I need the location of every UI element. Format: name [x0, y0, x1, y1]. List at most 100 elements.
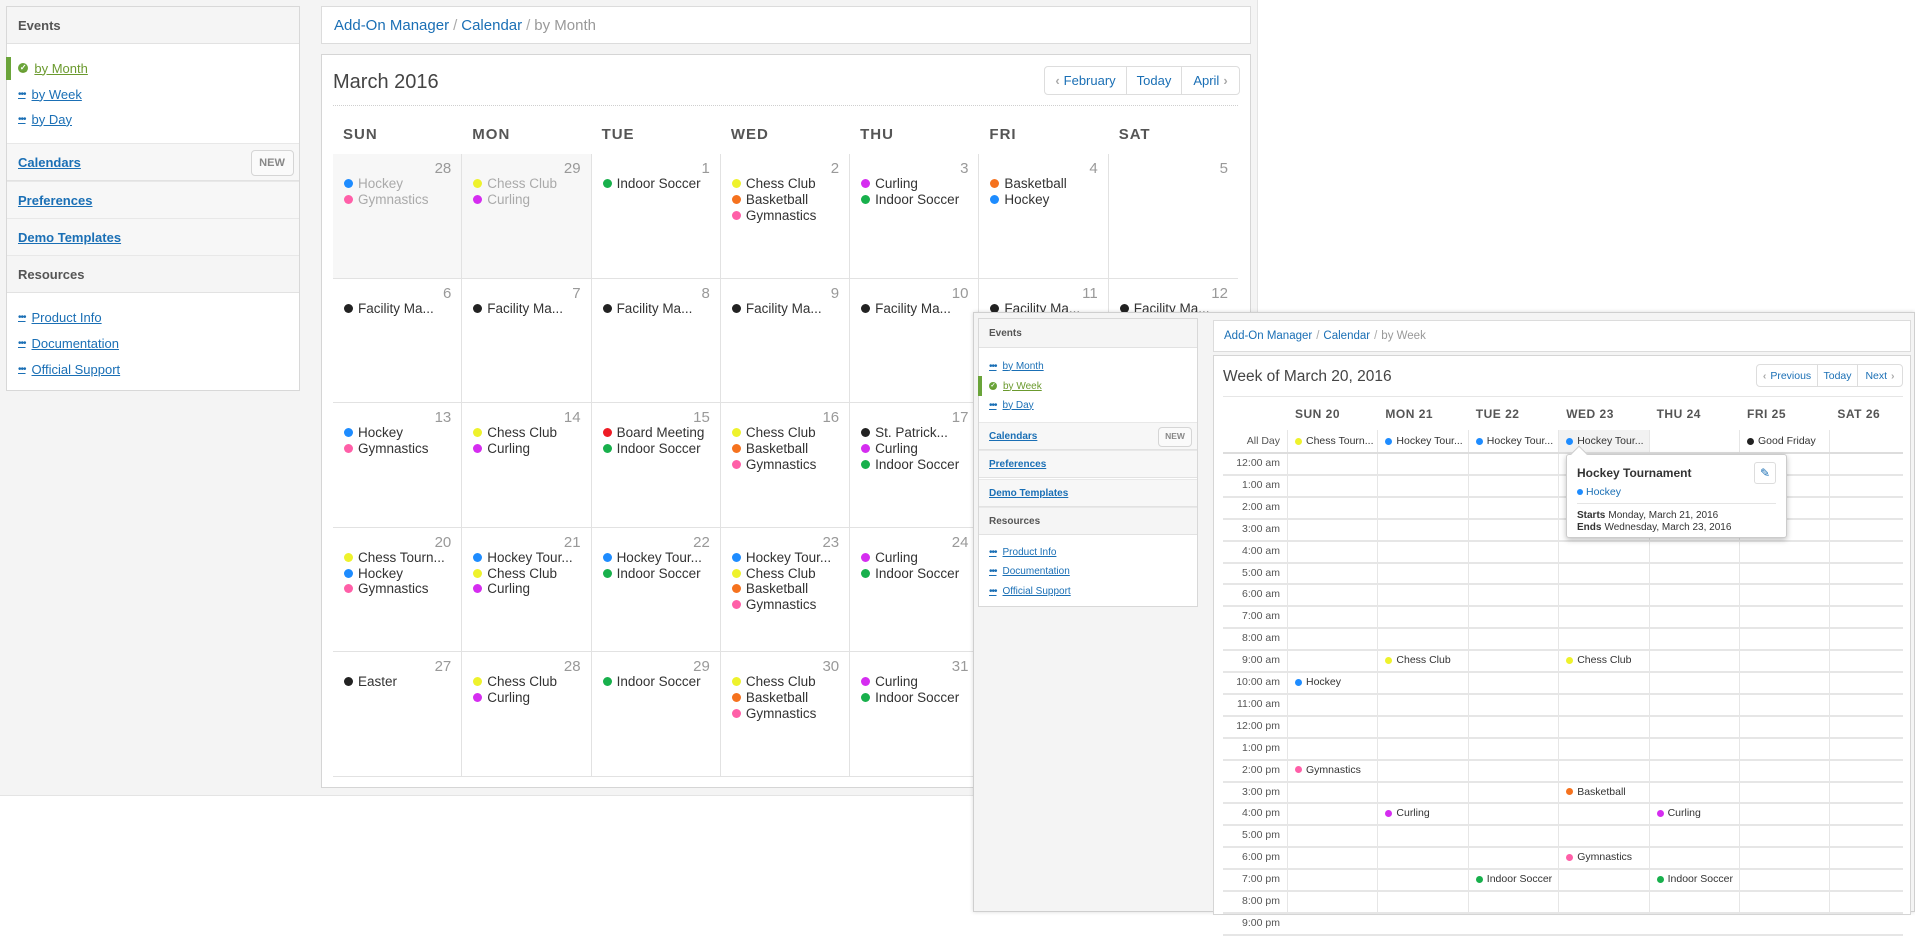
- calendar-event[interactable]: Curling: [861, 176, 918, 191]
- day-cell[interactable]: 28 Chess Club Curling: [462, 652, 592, 777]
- calendar-event[interactable]: Hockey: [344, 176, 403, 191]
- timed-event[interactable]: Gymnastics: [1566, 851, 1632, 863]
- calendar-event[interactable]: Gymnastics: [731, 457, 816, 472]
- new-calendar-button[interactable]: NEW: [1158, 427, 1192, 447]
- calendar-event[interactable]: Facility Ma...: [731, 301, 822, 316]
- calendar-event[interactable]: Indoor Soccer: [861, 690, 959, 705]
- day-cell[interactable]: 5: [1108, 154, 1238, 279]
- calendar-event[interactable]: Gymnastics: [731, 597, 816, 612]
- sidebar-link-by-day[interactable]: ••• by Day: [989, 398, 1034, 412]
- calendar-event[interactable]: Indoor Soccer: [861, 457, 959, 472]
- resource-link-product-info[interactable]: ••• Product Info: [989, 545, 1056, 559]
- calendars-link[interactable]: Calendars: [18, 155, 81, 170]
- day-cell[interactable]: 7 Facility Ma...: [462, 278, 592, 404]
- calendar-event[interactable]: Indoor Soccer: [861, 566, 959, 581]
- next-button[interactable]: Next ›: [1858, 365, 1902, 386]
- all-day-event[interactable]: Hockey Tour...: [1475, 435, 1553, 447]
- calendar-event[interactable]: Facility Ma...: [473, 301, 563, 316]
- calendar-event[interactable]: Curling: [473, 192, 530, 207]
- all-day-event[interactable]: Chess Tourn...: [1295, 435, 1374, 447]
- breadcrumb-calendar[interactable]: Calendar: [1323, 330, 1370, 342]
- calendar-event[interactable]: Chess Club: [731, 566, 816, 581]
- calendar-event[interactable]: Facility Ma...: [861, 301, 951, 316]
- calendar-event[interactable]: Easter: [344, 674, 397, 689]
- next-button[interactable]: April ›: [1182, 67, 1239, 94]
- breadcrumb-calendar[interactable]: Calendar: [461, 17, 522, 34]
- day-cell[interactable]: 27 Easter: [333, 652, 463, 777]
- day-cell[interactable]: 21 Hockey Tour... Chess Club Curling: [462, 527, 592, 653]
- calendar-event[interactable]: Hockey: [344, 566, 403, 581]
- demo-templates-link[interactable]: Demo Templates: [18, 230, 121, 245]
- calendar-event[interactable]: Indoor Soccer: [602, 176, 701, 191]
- calendar-event[interactable]: Indoor Soccer: [861, 192, 959, 207]
- day-cell[interactable]: 14 Chess Club Curling: [462, 403, 592, 528]
- calendar-event[interactable]: Hockey: [990, 192, 1049, 207]
- day-cell[interactable]: 4 Basketball Hockey: [979, 154, 1109, 279]
- resource-link-official-support[interactable]: ••• Official Support: [18, 361, 120, 378]
- timed-event[interactable]: Chess Club: [1566, 654, 1631, 666]
- calendar-event[interactable]: Hockey: [344, 425, 403, 440]
- timed-event[interactable]: Chess Club: [1385, 654, 1451, 666]
- calendar-event[interactable]: Hockey Tour...: [602, 550, 702, 565]
- calendar-event[interactable]: Chess Club: [473, 566, 557, 581]
- day-cell[interactable]: 22 Hockey Tour... Indoor Soccer: [591, 527, 721, 653]
- sidebar-link-by-day[interactable]: ••• by Day: [18, 111, 72, 128]
- calendar-event[interactable]: Basketball: [731, 581, 808, 596]
- preferences-link[interactable]: Preferences: [989, 459, 1046, 470]
- day-cell[interactable]: 29 Indoor Soccer: [591, 652, 721, 777]
- calendar-event[interactable]: Curling: [861, 674, 918, 689]
- timed-event[interactable]: Indoor Soccer: [1475, 873, 1552, 885]
- timed-event[interactable]: Curling: [1656, 807, 1701, 819]
- sidebar-link-by-week[interactable]: ✓ by Week: [978, 376, 1042, 396]
- calendar-event[interactable]: Curling: [473, 441, 530, 456]
- calendar-event[interactable]: Chess Club: [473, 176, 557, 191]
- calendar-event[interactable]: Indoor Soccer: [602, 674, 701, 689]
- calendar-event[interactable]: Chess Club: [731, 674, 816, 689]
- calendar-event[interactable]: Gymnastics: [344, 581, 429, 596]
- calendar-event[interactable]: Gymnastics: [344, 192, 429, 207]
- new-calendar-button[interactable]: NEW: [250, 149, 294, 177]
- timed-event[interactable]: Indoor Soccer: [1656, 873, 1733, 885]
- day-cell[interactable]: 1 Indoor Soccer: [591, 154, 721, 279]
- calendar-event[interactable]: Curling: [861, 441, 918, 456]
- calendar-event[interactable]: Indoor Soccer: [602, 441, 701, 456]
- calendar-event[interactable]: Gymnastics: [731, 208, 816, 223]
- calendar-event[interactable]: Curling: [473, 690, 530, 705]
- sidebar-link-by-month[interactable]: ••• by Month: [989, 359, 1044, 373]
- timed-event[interactable]: Basketball: [1566, 786, 1626, 798]
- day-cell[interactable]: 23 Hockey Tour... Chess Club Basketball Gymn…: [720, 527, 851, 653]
- calendar-event[interactable]: Board Meeting: [602, 425, 704, 440]
- calendar-event[interactable]: St. Patrick...: [861, 425, 948, 440]
- day-cell[interactable]: 10 Facility Ma...: [850, 278, 980, 404]
- calendar-event[interactable]: Hockey Tour...: [731, 550, 831, 565]
- today-button[interactable]: Today: [1818, 365, 1858, 386]
- calendar-event[interactable]: Basketball: [990, 176, 1067, 191]
- day-cell[interactable]: 6 Facility Ma...: [333, 278, 463, 404]
- day-cell[interactable]: 31 Curling Indoor Soccer: [850, 652, 980, 777]
- day-cell[interactable]: 15 Board Meeting Indoor Soccer: [591, 403, 721, 528]
- calendars-link[interactable]: Calendars: [989, 431, 1037, 442]
- day-cell[interactable]: 13 Hockey Gymnastics: [333, 403, 463, 528]
- calendar-event[interactable]: Chess Club: [731, 425, 816, 440]
- all-day-event[interactable]: Hockey Tour...: [1385, 435, 1463, 447]
- prev-button[interactable]: ‹ Previous: [1757, 365, 1818, 386]
- timed-event[interactable]: Hockey: [1295, 676, 1341, 688]
- calendar-event[interactable]: Gymnastics: [344, 441, 429, 456]
- sidebar-link-by-month[interactable]: ✓ by Month: [6, 56, 88, 80]
- day-cell[interactable]: 16 Chess Club Basketball Gymnastics: [720, 403, 851, 528]
- breadcrumb-add-on-manager[interactable]: Add-On Manager: [1224, 330, 1312, 342]
- resource-link-product-info[interactable]: ••• Product Info: [18, 309, 102, 326]
- resource-link-documentation[interactable]: ••• Documentation: [18, 335, 119, 352]
- resource-link-official-support[interactable]: ••• Official Support: [989, 584, 1071, 598]
- calendar-event[interactable]: Basketball: [731, 690, 808, 705]
- sidebar-link-by-week[interactable]: ••• by Week: [18, 86, 82, 103]
- day-cell[interactable]: 8 Facility Ma...: [591, 278, 721, 404]
- day-cell[interactable]: 2 Chess Club Basketball Gymnastics: [720, 154, 851, 279]
- calendar-event[interactable]: Curling: [861, 550, 918, 565]
- prev-button[interactable]: ‹ February: [1045, 67, 1127, 94]
- calendar-event[interactable]: Facility Ma...: [344, 301, 434, 316]
- day-cell[interactable]: 9 Facility Ma...: [720, 278, 851, 404]
- calendar-event[interactable]: Chess Tourn...: [344, 550, 445, 565]
- breadcrumb-add-on-manager[interactable]: Add-On Manager: [334, 17, 449, 34]
- calendar-event[interactable]: Hockey Tour...: [473, 550, 573, 565]
